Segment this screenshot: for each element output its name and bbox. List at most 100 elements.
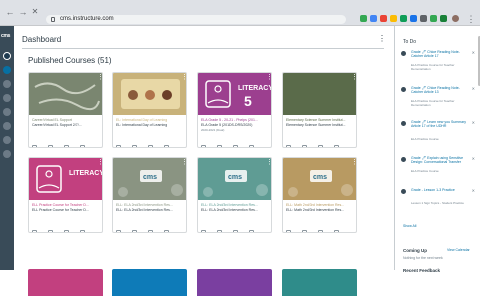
announcements-icon[interactable] bbox=[116, 145, 121, 147]
card-options-icon[interactable]: ⋮ bbox=[351, 159, 356, 169]
files-icon[interactable] bbox=[164, 230, 169, 232]
discussions-icon[interactable] bbox=[64, 230, 69, 232]
view-calendar-link[interactable]: View Calendar bbox=[447, 248, 470, 252]
course-card[interactable]: cms ⋮ ELL: ELA 2nd/3rd Intervention Res...… bbox=[197, 157, 272, 233]
files-icon[interactable] bbox=[80, 145, 85, 147]
dashboard-icon[interactable] bbox=[3, 66, 11, 74]
course-card-image[interactable]: LITERACY⋮ bbox=[29, 158, 102, 200]
extension-icon[interactable] bbox=[430, 15, 437, 22]
files-icon[interactable] bbox=[249, 230, 254, 232]
forward-icon[interactable]: → bbox=[18, 7, 28, 17]
todo-item-title[interactable]: Grade 🖊 Chloe Reading Note-Catcher Artic… bbox=[411, 50, 471, 59]
announcements-icon[interactable] bbox=[32, 145, 37, 147]
course-card[interactable]: ⋮ EL: International Day of LearningEL: In… bbox=[112, 72, 187, 148]
menu-icon[interactable]: ⋮ bbox=[466, 14, 476, 24]
card-options-icon[interactable]: ⋮ bbox=[266, 74, 271, 84]
course-card[interactable]: cms ⋮ ELL: ELA 2nd/3rd Intervention Res...… bbox=[112, 157, 187, 233]
card-options-icon[interactable]: ⋮ bbox=[266, 159, 271, 169]
card-options-icon[interactable]: ⋮ bbox=[351, 74, 356, 84]
files-icon[interactable] bbox=[249, 145, 254, 147]
course-card-partial[interactable] bbox=[112, 269, 187, 296]
announcements-icon[interactable] bbox=[201, 145, 206, 147]
course-title[interactable]: Elementary Science Summer Institut... bbox=[286, 118, 355, 122]
account-icon[interactable] bbox=[3, 52, 11, 60]
announcements-icon[interactable] bbox=[286, 230, 291, 232]
todo-item-title[interactable]: Grade 🖊 Learn new you Summary Article 17… bbox=[411, 120, 471, 129]
discussions-icon[interactable] bbox=[148, 230, 153, 232]
card-options-icon[interactable]: ⋮ bbox=[97, 74, 102, 84]
extension-icon[interactable] bbox=[370, 15, 377, 22]
assignments-icon[interactable] bbox=[132, 145, 137, 147]
extension-icon[interactable] bbox=[360, 15, 367, 22]
course-card-image[interactable]: cms ⋮ bbox=[198, 158, 271, 200]
assignments-icon[interactable] bbox=[132, 230, 137, 232]
files-icon[interactable] bbox=[164, 145, 169, 147]
announcements-icon[interactable] bbox=[32, 230, 37, 232]
address-bar[interactable]: cms.instructure.com bbox=[46, 15, 346, 24]
todo-item[interactable]: Grade - Lesson 1-3 Practice Lesson 1 Sign… bbox=[401, 188, 475, 210]
announcements-icon[interactable] bbox=[116, 230, 121, 232]
course-card-partial[interactable] bbox=[28, 269, 103, 296]
assignments-icon[interactable] bbox=[302, 230, 307, 232]
back-icon[interactable]: ← bbox=[5, 7, 15, 17]
groups-icon[interactable] bbox=[3, 94, 11, 102]
discussions-icon[interactable] bbox=[64, 145, 69, 147]
dismiss-icon[interactable]: ✕ bbox=[472, 50, 475, 55]
files-icon[interactable] bbox=[334, 145, 339, 147]
close-icon[interactable]: ✕ bbox=[30, 7, 40, 17]
extension-icon[interactable] bbox=[420, 15, 427, 22]
course-card[interactable]: LITERACY⋮ ELL Practice Course for Teacher… bbox=[28, 157, 103, 233]
course-card-partial[interactable] bbox=[197, 269, 272, 296]
todo-item-title[interactable]: Grade 🖊 Explain using Sensitive Design: … bbox=[411, 156, 471, 165]
assignments-icon[interactable] bbox=[302, 145, 307, 147]
extension-icon[interactable] bbox=[400, 15, 407, 22]
extension-icon[interactable] bbox=[380, 15, 387, 22]
files-icon[interactable] bbox=[334, 230, 339, 232]
card-options-icon[interactable]: ⋮ bbox=[181, 74, 186, 84]
calendar-icon[interactable] bbox=[3, 108, 11, 116]
assignments-icon[interactable] bbox=[217, 145, 222, 147]
dismiss-icon[interactable]: ✕ bbox=[472, 86, 475, 91]
show-more-link[interactable]: Show All bbox=[403, 224, 416, 228]
course-title[interactable]: ELL: ELA 2nd/3rd Intervention Res... bbox=[201, 203, 270, 207]
discussions-icon[interactable] bbox=[233, 230, 238, 232]
files-icon[interactable] bbox=[80, 230, 85, 232]
discussions-icon[interactable] bbox=[318, 230, 323, 232]
extension-icon[interactable] bbox=[440, 15, 447, 22]
card-options-icon[interactable]: ⋮ bbox=[97, 159, 102, 169]
todo-item[interactable]: Grade 🖊 Learn new you Summary Article 17… bbox=[401, 120, 475, 142]
announcements-icon[interactable] bbox=[286, 145, 291, 147]
course-card[interactable]: ⋮ Elementary Science Summer Institut...El… bbox=[282, 72, 357, 148]
cms-logo[interactable]: cms bbox=[1, 34, 13, 39]
course-card[interactable]: cms ⋮ ELL: Math 2nd/3rd Intervention Res..… bbox=[282, 157, 357, 233]
dismiss-icon[interactable]: ✕ bbox=[472, 120, 475, 125]
todo-item[interactable]: Grade 🖊 Chloe Reading Note-Catcher Artic… bbox=[401, 50, 475, 72]
assignments-icon[interactable] bbox=[48, 145, 53, 147]
announcements-icon[interactable] bbox=[201, 230, 206, 232]
course-title[interactable]: ELA Grade 5 - 20-21 - Phelps (201... bbox=[201, 118, 270, 122]
course-title[interactable]: ELL: Math 2nd/3rd Intervention Res... bbox=[286, 203, 355, 207]
course-card[interactable]: LITERACY5⋮ ELA Grade 5 - 20-21 - Phelps (… bbox=[197, 72, 272, 148]
dismiss-icon[interactable]: ✕ bbox=[472, 188, 475, 193]
inbox-icon[interactable] bbox=[3, 122, 11, 130]
todo-item[interactable]: Grade 🖊 Explain using Sensitive Design: … bbox=[401, 156, 475, 178]
avatar[interactable] bbox=[452, 15, 459, 22]
dismiss-icon[interactable]: ✕ bbox=[472, 156, 475, 161]
course-card[interactable]: ⋮ Career/Virtual EL SupportCareer/Virtual… bbox=[28, 72, 103, 148]
history-icon[interactable] bbox=[3, 136, 11, 144]
card-options-icon[interactable]: ⋮ bbox=[181, 159, 186, 169]
help-icon[interactable] bbox=[3, 150, 11, 158]
assignments-icon[interactable] bbox=[48, 230, 53, 232]
discussions-icon[interactable] bbox=[318, 145, 323, 147]
course-card-image[interactable]: ⋮ bbox=[29, 73, 102, 115]
discussions-icon[interactable] bbox=[233, 145, 238, 147]
course-card-image[interactable]: LITERACY5⋮ bbox=[198, 73, 271, 115]
courses-icon[interactable] bbox=[3, 80, 11, 88]
course-card-image[interactable]: cms ⋮ bbox=[283, 158, 356, 200]
course-title[interactable]: ELL Practice Course for Teacher D... bbox=[32, 203, 101, 207]
course-card-image[interactable]: cms ⋮ bbox=[113, 158, 186, 200]
course-card-image[interactable]: ⋮ bbox=[283, 73, 356, 115]
course-title[interactable]: ELL: ELA 2nd/3rd Intervention Res... bbox=[116, 203, 185, 207]
assignments-icon[interactable] bbox=[217, 230, 222, 232]
course-card-partial[interactable] bbox=[282, 269, 357, 296]
